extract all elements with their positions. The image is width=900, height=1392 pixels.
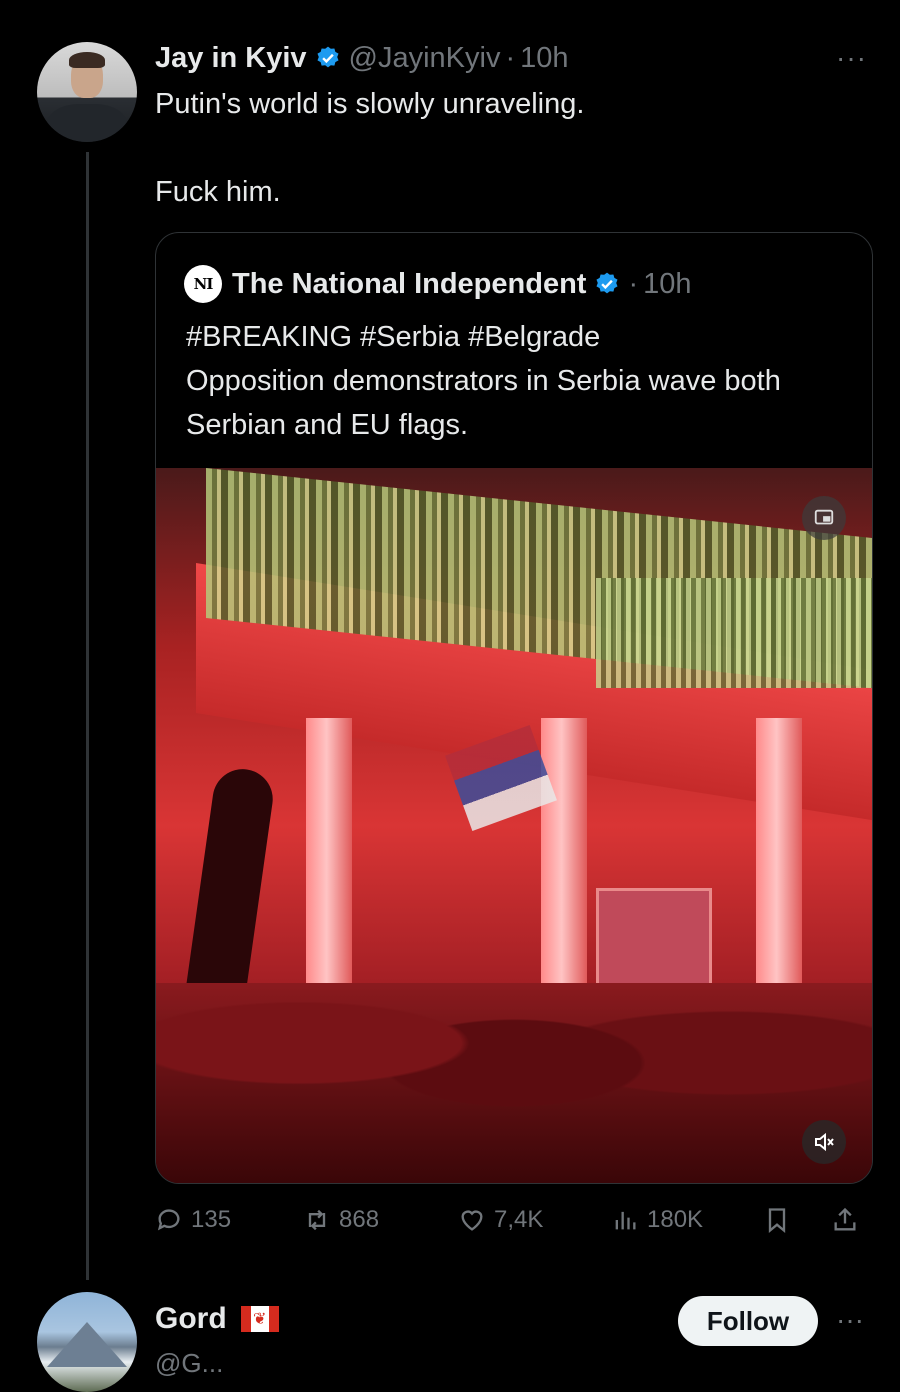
- reply-button[interactable]: 135: [155, 1195, 231, 1245]
- canada-flag-icon: ❦: [240, 1306, 279, 1332]
- reply-author-avatar[interactable]: [37, 1292, 137, 1392]
- quoted-author-name[interactable]: The National Independent: [232, 268, 586, 301]
- verified-badge-icon: [317, 46, 339, 68]
- follow-button[interactable]: Follow: [678, 1296, 818, 1346]
- separator-dot: ·: [505, 41, 516, 74]
- views-chart-icon: [615, 1211, 636, 1230]
- tweet-time[interactable]: 10h: [520, 42, 568, 75]
- share-icon: [834, 1207, 856, 1231]
- tweet-header: Jay in Kyiv @JayinKyiv · 10h: [155, 38, 569, 78]
- bookmark-icon: [768, 1208, 786, 1233]
- heart-icon: [461, 1210, 483, 1231]
- quoted-author-avatar[interactable]: NI: [184, 265, 222, 303]
- quoted-tweet-time[interactable]: 10h: [643, 268, 691, 301]
- reply-author-row: Gord ❦: [155, 1302, 279, 1336]
- views-button[interactable]: 180K: [611, 1195, 703, 1245]
- repost-icon: [308, 1209, 326, 1231]
- reply-author-name[interactable]: Gord: [155, 1302, 227, 1336]
- quoted-tweet-header: NI The National Independent · 10h: [184, 265, 692, 303]
- quoted-verified-badge-icon: [596, 272, 618, 294]
- author-avatar[interactable]: [37, 42, 137, 142]
- views-count: 180K: [647, 1206, 704, 1233]
- reply-author-handle[interactable]: @G...: [155, 1348, 223, 1379]
- mute-toggle-button[interactable]: [802, 1120, 846, 1164]
- quoted-tweet[interactable]: NI The National Independent · 10h #BREAK…: [155, 232, 873, 1184]
- repost-button[interactable]: 868: [303, 1195, 379, 1245]
- author-name[interactable]: Jay in Kyiv: [155, 42, 307, 75]
- like-count: 7,4K: [494, 1206, 544, 1233]
- quoted-tweet-text: #BREAKING #Serbia #Belgrade Opposition d…: [186, 321, 781, 441]
- more-options-icon[interactable]: ···: [836, 42, 867, 74]
- quoted-tweet-video[interactable]: [156, 468, 872, 1183]
- share-button[interactable]: [831, 1195, 867, 1245]
- video-crowd: [156, 983, 872, 1183]
- avatar-hair: [69, 52, 105, 68]
- tweet-text: Putin's world is slowly unraveling. Fuck…: [155, 88, 585, 208]
- like-button[interactable]: 7,4K: [458, 1195, 543, 1245]
- reply-icon: [157, 1209, 180, 1231]
- thread-line: [86, 152, 89, 1280]
- video-balcony-lights-right: [596, 578, 872, 688]
- author-handle[interactable]: @JayinKyiv: [349, 42, 501, 75]
- picture-in-picture-glyph-icon: [814, 509, 834, 525]
- quoted-separator-dot: ·: [628, 267, 639, 300]
- reply-more-options-icon[interactable]: ···: [836, 1304, 864, 1336]
- bookmark-button[interactable]: [763, 1195, 799, 1245]
- speaker-muted-icon: [815, 1132, 834, 1152]
- picture-in-picture-icon[interactable]: [802, 496, 846, 540]
- repost-count: 868: [339, 1206, 380, 1233]
- avatar-mountain: [47, 1322, 127, 1367]
- avatar-shoulders: [47, 104, 127, 142]
- tweet-actions-bar: 135 868 7,4K 180K: [155, 1195, 871, 1245]
- reply-count: 135: [191, 1206, 232, 1233]
